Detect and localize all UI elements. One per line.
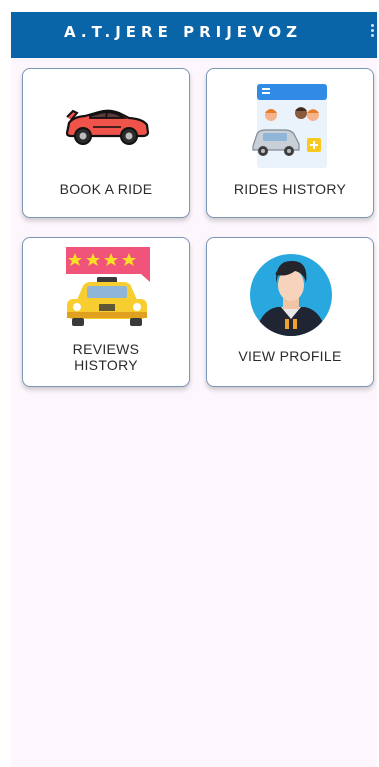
rides-history-label: RIDES HISTORY bbox=[233, 181, 347, 197]
app-bar: A.T.JERE PRIJEVOZ bbox=[11, 12, 377, 58]
reviews-history-card[interactable]: REVIEWS HISTORY bbox=[22, 237, 190, 387]
passengers-car-history-icon bbox=[252, 84, 327, 168]
taxi-four-stars-icon bbox=[66, 247, 150, 326]
rides-history-card[interactable]: RIDES HISTORY bbox=[206, 68, 374, 218]
reviews-history-label: REVIEWS HISTORY bbox=[23, 341, 189, 373]
book-a-ride-label: BOOK A RIDE bbox=[59, 181, 153, 197]
book-a-ride-card[interactable]: BOOK A RIDE bbox=[22, 68, 190, 218]
red-sports-car-icon bbox=[65, 109, 150, 145]
more-vert-icon[interactable] bbox=[368, 22, 376, 42]
user-avatar-icon bbox=[250, 254, 332, 336]
app-screen: A.T.JERE PRIJEVOZ BOOK A RIDE RIDES HIST… bbox=[11, 12, 377, 767]
app-title: A.T.JERE PRIJEVOZ bbox=[63, 23, 302, 41]
reviews-label-line-2: HISTORY bbox=[74, 357, 138, 373]
view-profile-card[interactable]: VIEW PROFILE bbox=[206, 237, 374, 387]
view-profile-label: VIEW PROFILE bbox=[238, 348, 342, 364]
reviews-label-line-1: REVIEWS bbox=[72, 341, 140, 357]
